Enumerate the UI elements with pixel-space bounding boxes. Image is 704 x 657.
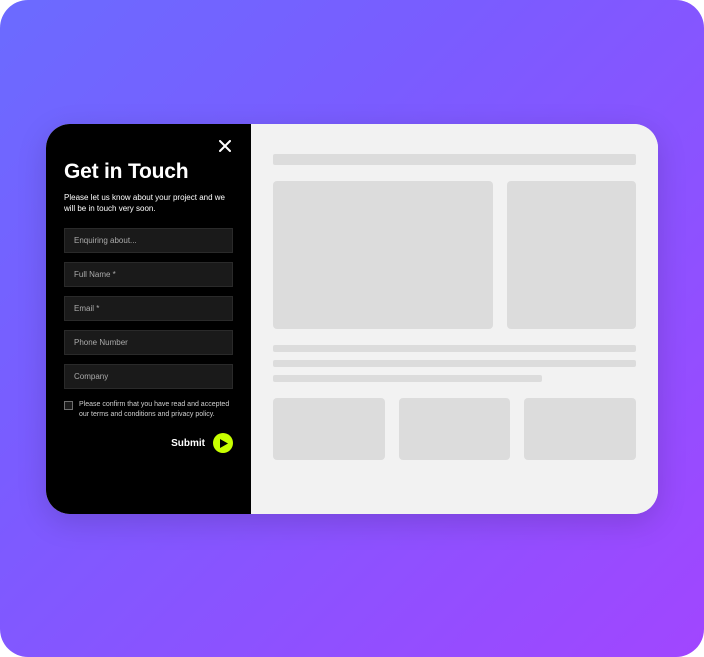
placeholder-card xyxy=(273,398,385,460)
content-area xyxy=(251,124,658,514)
placeholder-card xyxy=(399,398,511,460)
placeholder-bar xyxy=(273,154,636,165)
placeholder-box-small xyxy=(507,181,636,329)
fullname-input[interactable] xyxy=(64,262,233,287)
consent-row: Please confirm that you have read and ac… xyxy=(64,400,233,420)
device-window: Get in Touch Please let us know about yo… xyxy=(46,124,658,514)
placeholder-lines xyxy=(273,345,636,382)
close-icon xyxy=(219,140,231,152)
submit-button[interactable]: Submit xyxy=(64,433,233,453)
company-input[interactable] xyxy=(64,364,233,389)
panel-subtitle: Please let us know about your project an… xyxy=(64,192,233,214)
panel-title: Get in Touch xyxy=(64,160,233,184)
enquiry-input[interactable] xyxy=(64,228,233,253)
email-input[interactable] xyxy=(64,296,233,321)
phone-input[interactable] xyxy=(64,330,233,355)
placeholder-box-large xyxy=(273,181,493,329)
play-icon xyxy=(220,439,228,448)
submit-circle xyxy=(213,433,233,453)
placeholder-cards xyxy=(273,398,636,460)
consent-label: Please confirm that you have read and ac… xyxy=(79,400,233,420)
placeholder-row xyxy=(273,181,636,329)
close-button[interactable] xyxy=(217,138,233,154)
background: Get in Touch Please let us know about yo… xyxy=(0,0,704,657)
placeholder-line xyxy=(273,360,636,367)
placeholder-card xyxy=(524,398,636,460)
consent-checkbox[interactable] xyxy=(64,401,73,410)
placeholder-line xyxy=(273,375,542,382)
placeholder-line xyxy=(273,345,636,352)
contact-panel: Get in Touch Please let us know about yo… xyxy=(46,124,251,514)
submit-label: Submit xyxy=(171,438,205,449)
